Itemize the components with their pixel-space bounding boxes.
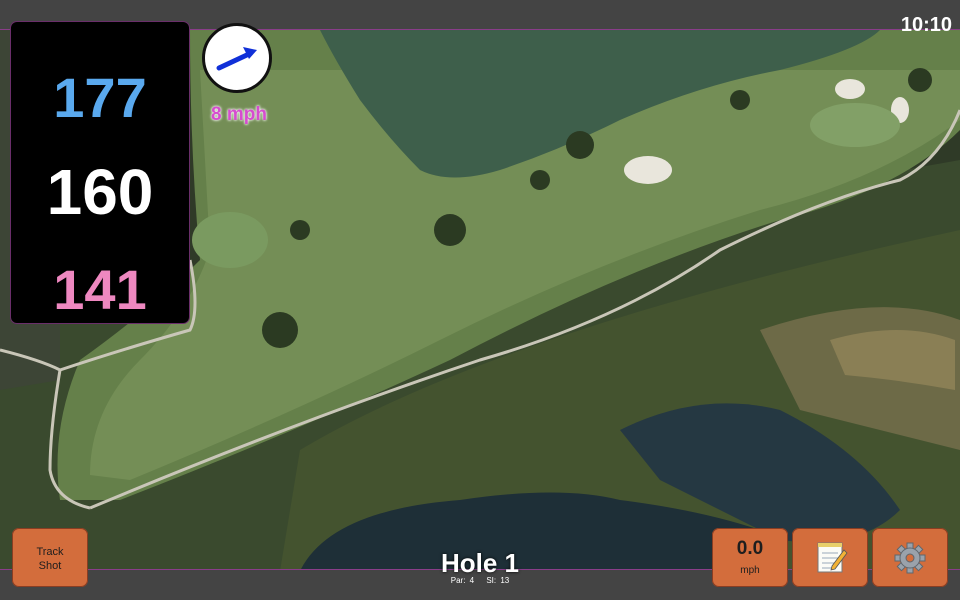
status-clock: 10:10: [900, 14, 952, 36]
hole-stroke-index: SI: 13: [486, 576, 510, 585]
gear-icon: [894, 542, 926, 574]
notepad-icon: [817, 542, 848, 573]
wind-arrow-icon: [216, 47, 257, 71]
speed-value: 0.0: [736, 538, 764, 559]
wind-indicator: [202, 23, 272, 93]
front-yardage: 141: [53, 258, 147, 321]
yardage-panel: 177 160 141: [11, 22, 189, 323]
track-shot-button[interactable]: Track Shot: [12, 528, 88, 587]
middle-yardage: 160: [46, 156, 154, 228]
speed-button[interactable]: 0.0 mph: [712, 528, 788, 587]
speed-unit: mph: [740, 565, 760, 576]
track-shot-label-line1: Track: [36, 546, 64, 558]
back-yardage: 177: [53, 66, 147, 129]
hole-details: Par: 4 SI: 13: [400, 576, 560, 585]
track-shot-label-line2: Shot: [38, 560, 62, 572]
wind-speed-label: 8 mph: [211, 104, 267, 125]
hole-par: Par: 4: [450, 576, 475, 585]
settings-button[interactable]: [872, 528, 948, 587]
notes-button[interactable]: [792, 528, 868, 587]
hole-title: Hole 1: [440, 548, 520, 578]
